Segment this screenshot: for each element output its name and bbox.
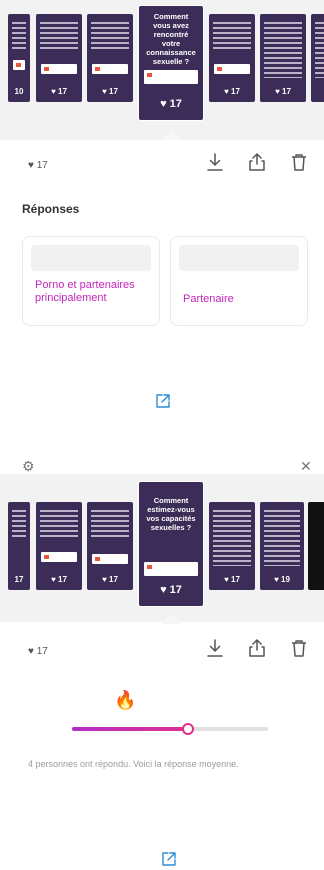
- answer-sticker: [144, 70, 198, 84]
- story-thumbnail[interactable]: [311, 14, 324, 102]
- story-strip-2: 17 ♥ 17 ♥ 17 Comment estimez-vous vos ca…: [0, 474, 324, 634]
- answer-sticker: [92, 64, 128, 74]
- story-strip-1: 10 ♥ 17 ♥ 17 Comment vous avez rencontré…: [0, 0, 324, 150]
- thumbnail-likes: ♥ 17: [51, 575, 67, 584]
- thumbnail-likes: ♥ 17: [102, 575, 118, 584]
- thumbnail-likes: ♥ 19: [274, 575, 290, 584]
- answer-sticker: [92, 554, 128, 564]
- story-thumbnail[interactable]: ♥ 17: [260, 14, 306, 102]
- story-thumbnail[interactable]: ♥ 17: [209, 502, 255, 590]
- answer-sticker: [41, 64, 77, 74]
- thumbnail-likes: ♥ 17: [160, 98, 182, 110]
- emoji-slider-fill: [72, 727, 188, 731]
- answer-text: Partenaire: [183, 293, 234, 305]
- close-icon[interactable]: ✕: [300, 458, 312, 475]
- thumbnail-likes: ♥ 17: [160, 584, 182, 596]
- answer-text: Porno et partenaires principalement: [35, 279, 135, 304]
- story-thumbnail[interactable]: ♥ 17: [36, 14, 82, 102]
- story-question-title: Comment vous avez rencontré votre connai…: [146, 12, 196, 66]
- answer-sticker: [144, 562, 198, 576]
- trash-icon[interactable]: [290, 152, 308, 172]
- responder-placeholder: [31, 245, 151, 271]
- thumbnail-likes: ♥ 17: [102, 87, 118, 96]
- story-thumbnail-selected[interactable]: Comment vous avez rencontré votre connai…: [139, 6, 203, 120]
- selection-pointer: [161, 130, 181, 140]
- story-thumbnail[interactable]: ♥ 17: [36, 502, 82, 590]
- responder-placeholder: [179, 245, 299, 271]
- answer-card: Partenaire: [170, 236, 308, 326]
- story-thumbnail[interactable]: ♥ 17: [209, 14, 255, 102]
- share-icon[interactable]: [248, 638, 266, 658]
- external-link-icon[interactable]: [160, 850, 178, 868]
- story-thumbnail[interactable]: ♥ 19: [260, 502, 304, 590]
- fire-emoji: 🔥: [114, 690, 137, 710]
- story-thumbnail[interactable]: ♥ 17: [87, 14, 133, 102]
- story-likes-count: ♥ 17: [28, 646, 48, 657]
- selection-pointer: [161, 614, 181, 624]
- thumbnail-likes: ♥ 17: [51, 87, 67, 96]
- responses-heading: Réponses: [22, 202, 80, 216]
- answer-card: Porno et partenaires principalement: [22, 236, 160, 326]
- story-thumbnail[interactable]: 10: [8, 14, 30, 102]
- thumbnail-likes: ♥ 17: [275, 87, 291, 96]
- download-icon[interactable]: [206, 638, 224, 658]
- story-question-title: Comment estimez-vous vos capacités sexue…: [146, 496, 196, 532]
- story-thumbnail[interactable]: [308, 502, 324, 590]
- answer-sticker: [13, 60, 25, 70]
- story-thumbnail[interactable]: ♥ 17: [87, 502, 133, 590]
- thumbnail-likes: ♥ 17: [224, 575, 240, 584]
- share-icon[interactable]: [248, 152, 266, 172]
- thumbnail-likes: ♥ 17: [224, 87, 240, 96]
- answer-sticker: [214, 64, 250, 74]
- download-icon[interactable]: [206, 152, 224, 172]
- emoji-slider-knob: [181, 723, 194, 735]
- external-link-icon[interactable]: [154, 392, 172, 410]
- thumbnail-likes: 10: [14, 87, 24, 96]
- thumbnail-likes: 17: [14, 575, 24, 584]
- story-thumbnail[interactable]: 17: [8, 502, 30, 590]
- story-likes-count: ♥ 17: [28, 160, 48, 171]
- trash-icon[interactable]: [290, 638, 308, 658]
- answer-sticker: [41, 552, 77, 562]
- emoji-slider-track: [72, 723, 268, 735]
- story-thumbnail-selected[interactable]: Comment estimez-vous vos capacités sexue…: [139, 482, 203, 606]
- slider-result-text: 4 personnes ont répondu. Voici la répons…: [28, 759, 239, 769]
- settings-icon[interactable]: ⚙: [22, 458, 35, 475]
